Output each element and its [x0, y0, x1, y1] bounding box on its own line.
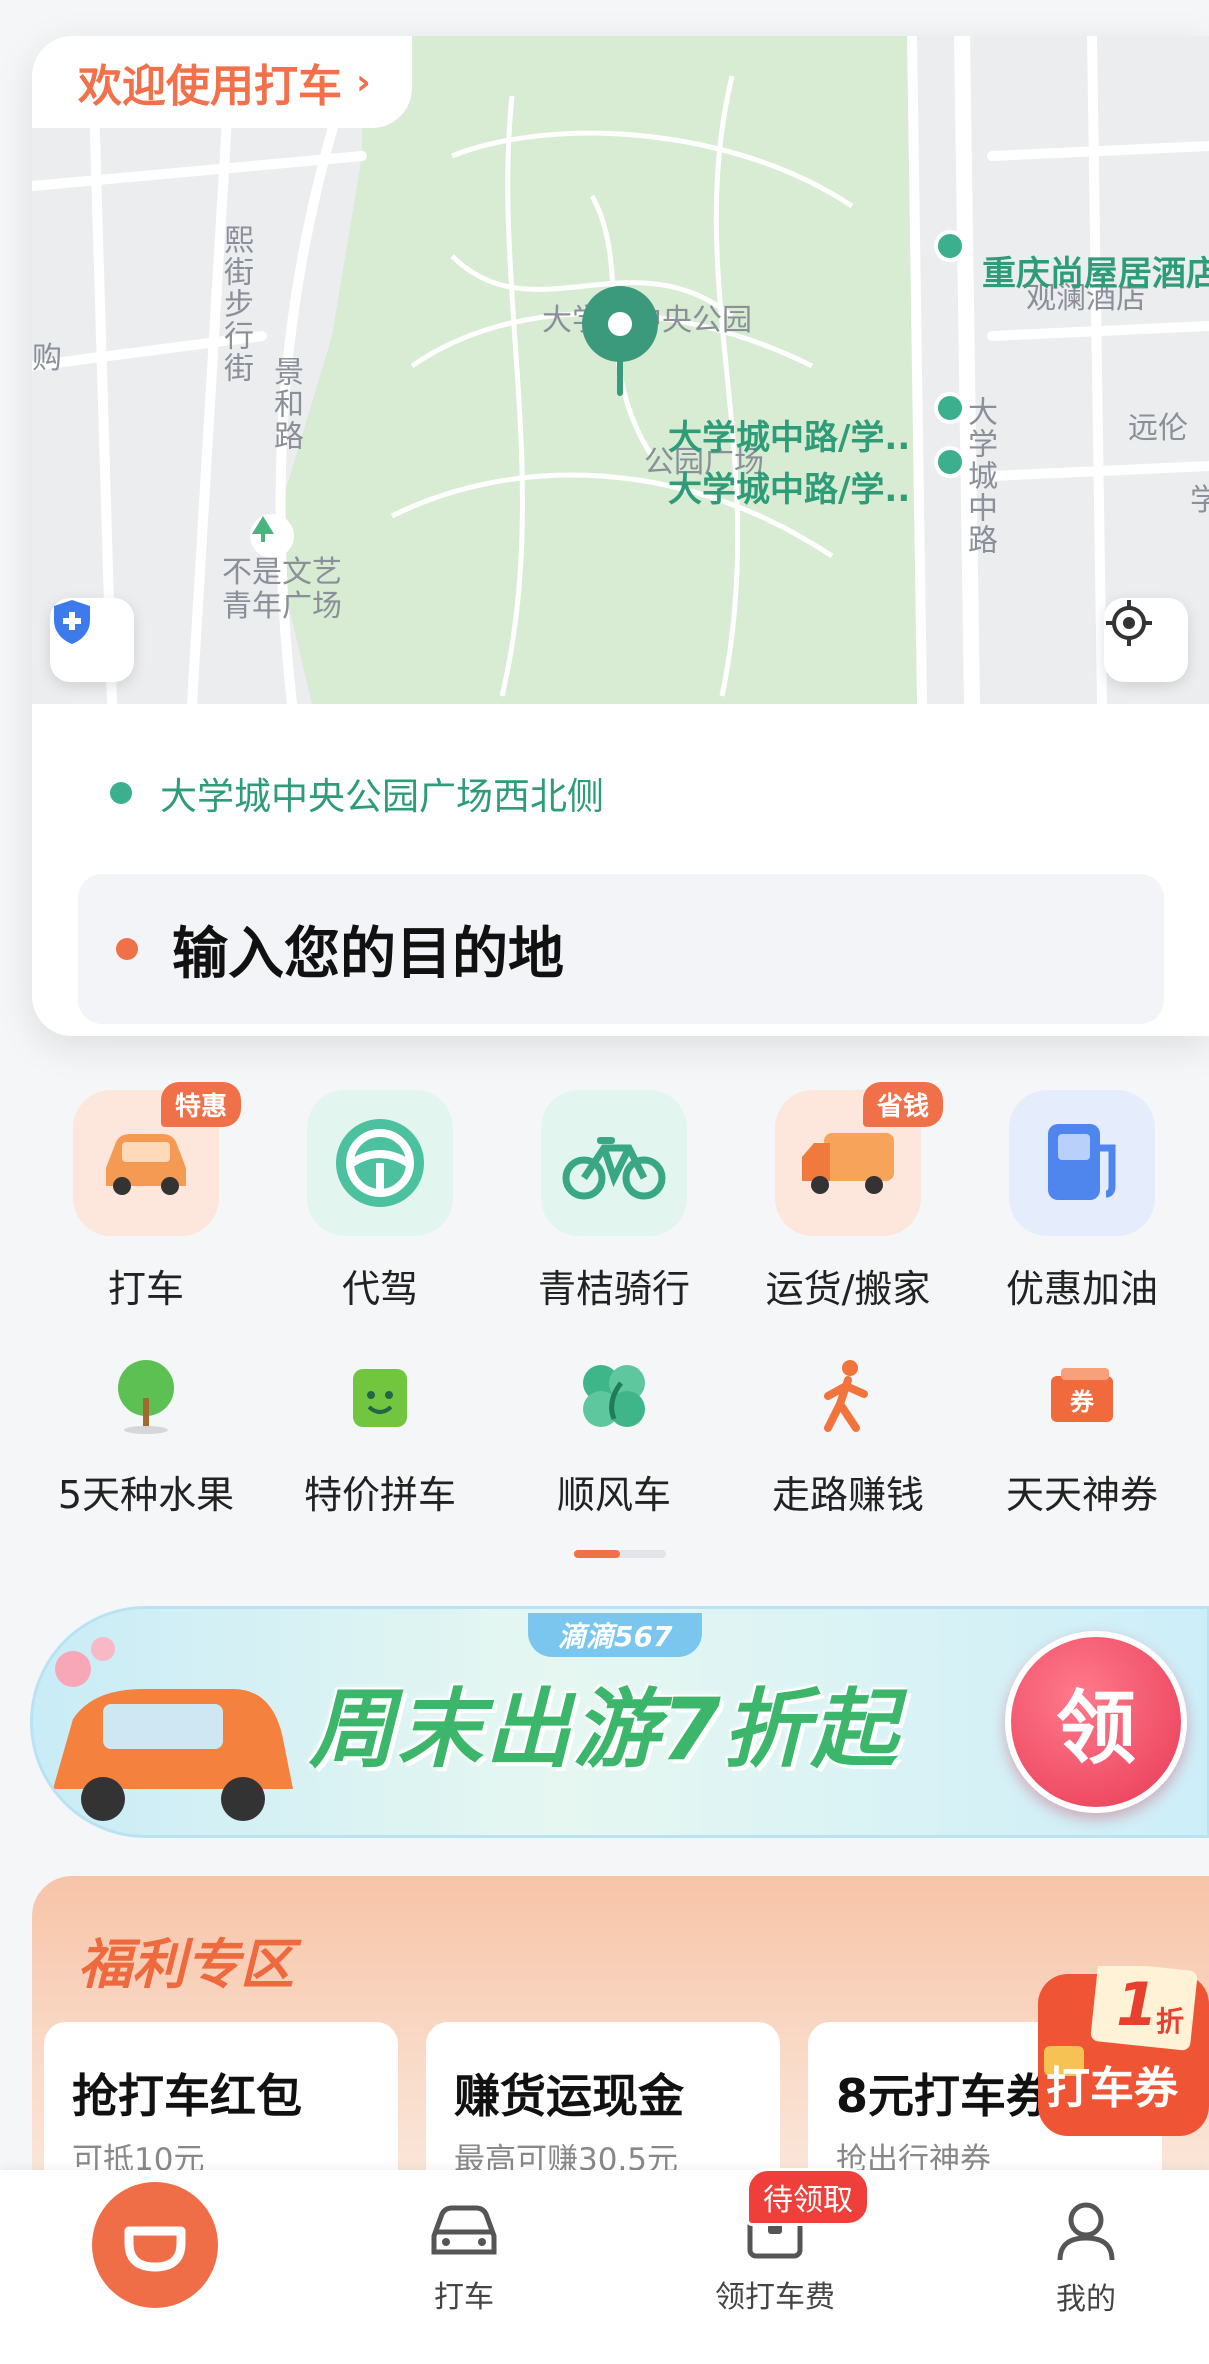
tree-icon — [250, 514, 294, 558]
welfare-card-title: 抢打车红包 — [72, 2069, 302, 2123]
pickup-location: 大学城中央公园广场西北侧 — [160, 775, 604, 818]
coupon-unit: 折 — [1156, 2005, 1185, 2038]
smiley-bag-icon — [340, 1356, 420, 1436]
welfare-card[interactable]: 抢打车红包 可抵10元 — [44, 2022, 398, 2176]
poi-dot[interactable] — [934, 230, 966, 262]
crosshair-icon — [1106, 600, 1152, 646]
safety-shield-button[interactable] — [50, 598, 134, 682]
service-carpool[interactable]: 特价拼车 — [262, 1356, 498, 1519]
service-walk[interactable]: 走路赚钱 — [730, 1356, 966, 1519]
pickup-dot-icon — [110, 782, 132, 804]
service-bike[interactable]: 青桔骑行 — [496, 1090, 732, 1313]
service-badge: 省钱 — [862, 1082, 943, 1127]
service-freight-icon-box: 省钱 — [775, 1082, 943, 1236]
service-label: 运货/搬家 — [765, 1267, 931, 1311]
service-fuel-icon-box — [1009, 1090, 1155, 1236]
map-label-road: 景和路 — [268, 356, 303, 452]
map-label-university-road: 大学城中路 — [962, 396, 997, 556]
car-icon — [106, 1134, 186, 1195]
pickup-row[interactable]: 大学城中央公园广场西北侧 — [110, 766, 604, 820]
service-fruit[interactable]: 5天种水果 — [28, 1356, 264, 1519]
steering-wheel-icon — [336, 1119, 424, 1207]
pager-active — [574, 1550, 620, 1558]
promo-banner[interactable]: 滴滴567 周末出游7折起 领 — [30, 1606, 1209, 1838]
destination-placeholder: 输入您的目的地 — [172, 921, 564, 987]
bottom-nav: 打车 领打车费 我的 — [0, 2170, 1209, 2364]
leaf-icon — [574, 1356, 654, 1436]
claim-button[interactable]: 领 — [1005, 1631, 1187, 1813]
nav-label: 我的 — [1056, 2282, 1116, 2317]
service-coupon[interactable]: 券 天天神券 — [964, 1356, 1200, 1519]
didi-logo-icon — [124, 2226, 186, 2272]
welfare-card-title: 赚货运现金 — [454, 2069, 684, 2123]
map-label-street: 熙街步行街 — [218, 224, 253, 384]
coupon-discount: 1 — [1116, 1970, 1158, 2040]
service-label: 打车 — [107, 1267, 184, 1311]
service-taxi-icon-box: 特惠 — [73, 1082, 241, 1236]
poi-stop-2[interactable]: 大学城中路/学.. — [668, 462, 910, 511]
service-label: 代驾 — [341, 1267, 418, 1311]
service-label: 5天种水果 — [57, 1473, 235, 1517]
truck-icon — [802, 1133, 894, 1194]
banner-brand: 滴滴567 — [528, 1613, 703, 1657]
service-designated-driver[interactable]: 代驾 — [262, 1090, 498, 1313]
fuel-pump-icon — [1048, 1124, 1116, 1200]
floating-coupon[interactable]: 1 折 打车券 — [1034, 1966, 1209, 2136]
poi-hotel[interactable]: 重庆尚屋居酒店 — [982, 246, 1209, 295]
car-illustration-icon — [53, 1637, 293, 1821]
walker-icon — [808, 1356, 888, 1436]
nav-label: 打车 — [434, 2280, 494, 2315]
service-bike-icon-box — [541, 1090, 687, 1236]
banner-title: 周末出游7折起 — [309, 1680, 899, 1780]
nav-label: 领打车费 — [715, 2280, 835, 2315]
destination-input[interactable]: 输入您的目的地 — [78, 874, 1164, 1024]
home-button[interactable] — [92, 2182, 218, 2308]
nav-taxi[interactable]: 打车 — [364, 2200, 564, 2316]
car-outline-icon — [431, 2205, 497, 2255]
person-icon — [1057, 2202, 1115, 2261]
service-badge: 特惠 — [160, 1082, 241, 1127]
service-label: 特价拼车 — [303, 1473, 456, 1517]
poi-dot[interactable] — [934, 446, 966, 478]
svg-text:券: 券 — [1070, 1388, 1095, 1416]
bicycle-icon — [562, 1137, 666, 1200]
nav-badge: 待领取 — [746, 2168, 870, 2226]
location-panel: 大学城中央公园广场西北侧 输入您的目的地 — [32, 704, 1209, 1036]
locate-button[interactable] — [1104, 598, 1188, 682]
service-freight[interactable]: 省钱 运货/搬家 — [730, 1082, 966, 1313]
service-label: 优惠加油 — [1005, 1267, 1158, 1311]
shield-icon — [54, 600, 90, 644]
welfare-section: 福利专区 抢打车红包 可抵10元 赚货运现金 最高可赚30.5元 8元打车券 抢… — [32, 1876, 1209, 2176]
map-label-square: 不是文艺青年广场 — [222, 555, 342, 624]
welfare-card[interactable]: 赚货运现金 最高可赚30.5元 — [426, 2022, 780, 2176]
service-taxi[interactable]: 特惠 打车 — [28, 1082, 264, 1313]
map-view[interactable]: 欢迎使用打车 › 熙街步行街 景和路 购 大学城中央公园 公园广场 不是文艺青年… — [32, 36, 1209, 704]
welfare-card-title: 8元打车券 — [836, 2069, 1053, 2123]
tree-icon — [106, 1356, 186, 1436]
service-fuel[interactable]: 优惠加油 — [964, 1090, 1200, 1313]
welcome-text: 欢迎使用打车 — [78, 61, 342, 112]
nav-mine[interactable]: 我的 — [986, 2200, 1186, 2318]
service-driver-icon-box — [307, 1090, 453, 1236]
coupon-icon: 券 — [1042, 1356, 1122, 1436]
poi-stop-1[interactable]: 大学城中路/学.. — [668, 410, 910, 459]
poi-dot[interactable] — [934, 392, 966, 424]
map-label-edge: 购 — [32, 341, 62, 376]
service-hitch[interactable]: 顺风车 — [496, 1356, 732, 1519]
destination-dot-icon — [116, 938, 138, 960]
map-label-yuanlun: 远伦 — [1128, 411, 1188, 446]
service-label: 顺风车 — [556, 1473, 671, 1517]
welcome-banner[interactable]: 欢迎使用打车 › — [32, 36, 412, 128]
welfare-title: 福利专区 — [78, 1933, 294, 1996]
map-label-xue: 学 — [1190, 483, 1209, 518]
coupon-label: 打车券 — [1046, 2063, 1178, 2114]
service-pager — [574, 1550, 666, 1558]
map-card: 欢迎使用打车 › 熙街步行街 景和路 购 大学城中央公园 公园广场 不是文艺青年… — [32, 36, 1209, 1036]
service-label: 青桔骑行 — [537, 1267, 690, 1311]
service-label: 天天神券 — [1005, 1473, 1158, 1517]
service-label: 走路赚钱 — [771, 1473, 924, 1517]
chevron-right-icon: › — [356, 61, 371, 103]
